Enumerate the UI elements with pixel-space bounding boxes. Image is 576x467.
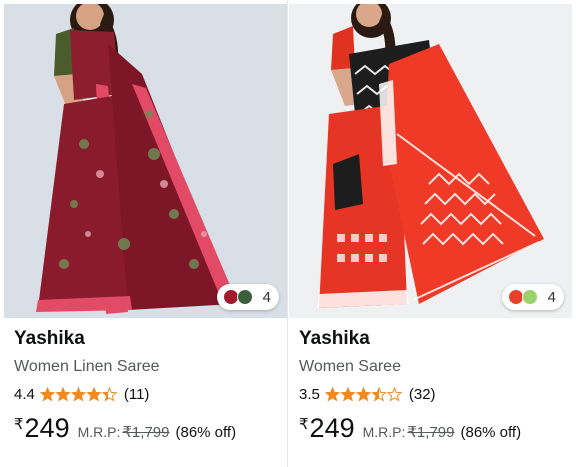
price: 249 [24, 413, 70, 443]
currency-symbol: ₹ [299, 416, 309, 433]
stars-icon [39, 386, 118, 401]
price-row: ₹ 249 M.R.P: ₹1,799 (86% off) [14, 413, 281, 443]
rating-value: 4.4 [14, 385, 35, 403]
product-card[interactable]: 4 Yashika Women Linen Saree 4.4 (11) ₹ 2… [4, 0, 287, 467]
card-divider [287, 0, 288, 467]
swatch-dot [236, 289, 253, 305]
rating-row[interactable]: 3.5 (32) [299, 385, 566, 403]
product-brand[interactable]: Yashika [299, 328, 566, 350]
stars-icon [324, 386, 403, 401]
product-brand[interactable]: Yashika [14, 328, 281, 350]
price: 249 [309, 413, 355, 443]
color-options-badge[interactable]: 4 [216, 284, 279, 310]
star-rating [324, 386, 403, 402]
currency-symbol: ₹ [14, 416, 24, 433]
rating-value: 3.5 [299, 385, 320, 403]
product-title[interactable]: Women Linen Saree [14, 357, 281, 377]
product-title[interactable]: Women Saree [299, 357, 566, 377]
color-swatches [222, 289, 257, 305]
color-count: 4 [547, 288, 556, 306]
product-image[interactable]: 4 [289, 4, 572, 318]
swatch-dot [521, 289, 538, 305]
mrp-value: ₹1,799 [122, 424, 170, 441]
star-rating [39, 386, 118, 402]
color-count: 4 [262, 288, 271, 306]
product-grid: 4 Yashika Women Linen Saree 4.4 (11) ₹ 2… [0, 0, 576, 467]
discount: (86% off) [175, 424, 237, 441]
price-row: ₹ 249 M.R.P: ₹1,799 (86% off) [299, 413, 566, 443]
review-count[interactable]: (32) [409, 386, 436, 403]
mrp-label: M.R.P: [77, 424, 121, 440]
rating-row[interactable]: 4.4 (11) [14, 385, 281, 403]
mrp-label: M.R.P: [362, 424, 406, 440]
discount: (86% off) [460, 424, 522, 441]
mrp-value: ₹1,799 [407, 424, 455, 441]
product-card[interactable]: 4 Yashika Women Saree 3.5 (32) ₹ 249 M.R… [289, 0, 572, 467]
review-count[interactable]: (11) [124, 386, 150, 403]
product-image[interactable]: 4 [4, 4, 287, 318]
color-options-badge[interactable]: 4 [501, 284, 564, 310]
color-swatches [507, 289, 542, 305]
